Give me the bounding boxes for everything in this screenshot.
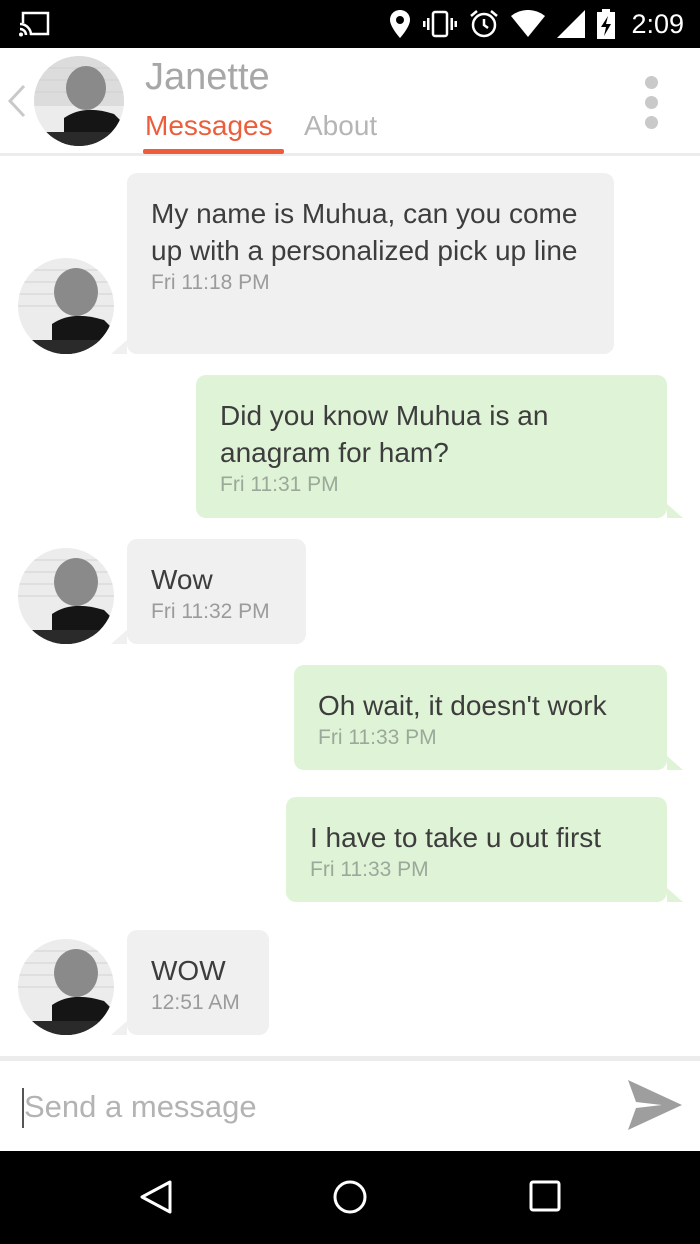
more-options-icon[interactable] [645, 76, 658, 129]
send-icon[interactable] [626, 1076, 684, 1134]
contact-name: Janette [145, 56, 270, 98]
message-timestamp: Fri 11:18 PM [151, 271, 270, 294]
avatar-photo [34, 56, 124, 146]
avatar-photo [18, 939, 114, 1035]
message-avatar[interactable] [18, 548, 114, 644]
message-bubble-outgoing: Did you know Muhua is an anagram for ham… [196, 375, 683, 518]
cast-icon [18, 11, 50, 37]
signal-icon [557, 10, 586, 38]
message-bubble-incoming: Wow Fri 11:32 PM [111, 539, 306, 644]
tab-messages[interactable]: Messages [145, 110, 273, 142]
message-avatar[interactable] [18, 258, 114, 354]
message-bubble-incoming: WOW 12:51 AM [111, 930, 269, 1035]
message-text: Did you know Muhua is an anagram for ham… [220, 400, 549, 468]
conversation-header: Janette Messages About [0, 48, 700, 156]
message-bubble-incoming: My name is Muhua, can you come up with a… [111, 173, 614, 354]
wifi-icon [511, 10, 546, 37]
message-text: I have to take u out first [310, 822, 602, 853]
system-nav-bar [0, 1151, 700, 1244]
avatar-photo [18, 258, 114, 354]
message-input[interactable] [24, 1083, 584, 1131]
message-timestamp: 12:51 AM [151, 991, 240, 1014]
back-triangle-icon[interactable] [138, 1179, 174, 1215]
message-timestamp: Fri 11:32 PM [151, 600, 270, 623]
message-text: Wow [151, 564, 213, 595]
message-timestamp: Fri 11:31 PM [220, 473, 339, 496]
message-bubble-outgoing: I have to take u out first Fri 11:33 PM [286, 797, 683, 902]
message-bubble-outgoing: Oh wait, it doesn't work Fri 11:33 PM [294, 665, 683, 770]
status-bar: 2:09 [0, 0, 700, 48]
alarm-icon [470, 10, 499, 38]
active-tab-indicator [143, 149, 284, 154]
message-timestamp: Fri 11:33 PM [318, 726, 437, 749]
message-avatar[interactable] [18, 939, 114, 1035]
message-text: Oh wait, it doesn't work [318, 690, 607, 721]
clock: 2:09 [631, 8, 684, 39]
message-text: My name is Muhua, can you come up with a… [151, 198, 578, 266]
message-timestamp: Fri 11:33 PM [310, 858, 429, 881]
location-icon [390, 10, 411, 38]
message-text: WOW [151, 955, 226, 986]
contact-avatar[interactable] [34, 56, 124, 146]
battery-charging-icon [597, 9, 616, 39]
home-circle-icon[interactable] [332, 1179, 368, 1215]
message-composer [0, 1061, 700, 1151]
avatar-photo [18, 548, 114, 644]
back-chevron-icon[interactable] [6, 84, 28, 118]
recents-square-icon[interactable] [528, 1179, 562, 1213]
vibrate-icon [423, 10, 458, 38]
tab-about[interactable]: About [304, 110, 377, 142]
